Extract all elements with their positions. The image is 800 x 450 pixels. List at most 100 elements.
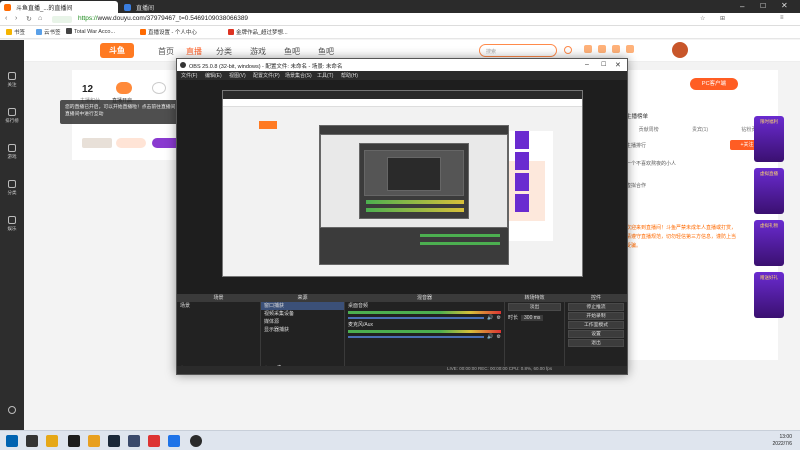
- nav-home[interactable]: 首页: [158, 46, 174, 57]
- message-icon[interactable]: [612, 45, 620, 53]
- menu-profile[interactable]: 配置文件(P): [253, 72, 280, 79]
- home-icon[interactable]: ⌂: [38, 15, 42, 22]
- obs-preview[interactable]: [177, 80, 627, 294]
- source-item[interactable]: 视频采集设备: [261, 310, 344, 318]
- duration-input[interactable]: 300 ms: [521, 314, 544, 321]
- close-icon[interactable]: ✕: [781, 1, 788, 10]
- menu-icon[interactable]: ≡: [780, 15, 784, 21]
- live-icon[interactable]: [116, 82, 132, 94]
- obs-taskbar-icon[interactable]: [190, 435, 202, 447]
- transitions-dock: 转场特效 淡出 时长 300 ms: [505, 294, 565, 374]
- promo-card[interactable]: 赠送好礼: [754, 272, 784, 318]
- steam-icon[interactable]: [108, 435, 120, 447]
- obs-maximize-icon[interactable]: ☐: [601, 61, 606, 68]
- exit-button[interactable]: 退出: [568, 339, 624, 347]
- obs-minimize-icon[interactable]: –: [585, 61, 589, 68]
- search-icon[interactable]: [564, 46, 572, 54]
- volume-slider[interactable]: [348, 317, 485, 319]
- system-clock[interactable]: 13:00 2022/7/6: [773, 434, 792, 448]
- back-icon[interactable]: ‹: [5, 15, 7, 22]
- follow-icon[interactable]: [598, 45, 606, 53]
- bookmark-item[interactable]: Total War Acco...: [66, 28, 115, 35]
- windows-start-icon[interactable]: [6, 435, 18, 447]
- stop-streaming-button[interactable]: 停止推流: [568, 303, 624, 311]
- star-icon: [6, 29, 12, 35]
- history-icon[interactable]: [584, 45, 592, 53]
- promo-card[interactable]: 虚拟礼物: [754, 220, 784, 266]
- source-item[interactable]: 窗口捕获: [261, 302, 344, 310]
- download-icon[interactable]: [626, 45, 634, 53]
- douyu-search-input[interactable]: 搜索: [479, 44, 557, 57]
- minimize-icon[interactable]: –: [740, 2, 744, 11]
- clock-time: 13:00: [779, 434, 792, 440]
- source-item[interactable]: 显示器捕获: [261, 326, 344, 334]
- tab-rank[interactable]: 贡献周榜: [639, 126, 659, 136]
- menu-scene-collection[interactable]: 场景集合(S): [285, 72, 312, 79]
- nav-fishbar[interactable]: 鱼吧: [284, 46, 300, 57]
- nav-category[interactable]: 分类: [216, 46, 232, 57]
- bookmark-item[interactable]: 金牌作品_超过梦想...: [228, 28, 288, 36]
- secure-badge: [52, 16, 72, 23]
- app-icon[interactable]: [68, 435, 80, 447]
- start-recording-button[interactable]: 开始录制: [568, 312, 624, 320]
- user-avatar[interactable]: [672, 42, 688, 58]
- file-explorer-icon[interactable]: [46, 435, 58, 447]
- forward-icon[interactable]: ›: [15, 15, 17, 22]
- nav-game[interactable]: 游戏: [250, 46, 266, 57]
- obs-status-bar: LIVE: 00:00:00 REC: 00:00:00 CPU: 0.8%, …: [177, 366, 627, 374]
- browser-icon[interactable]: [148, 435, 160, 447]
- extensions-icon[interactable]: ⊞: [720, 15, 725, 22]
- star-icon[interactable]: ☆: [700, 15, 705, 22]
- promo-card[interactable]: 限时福利: [754, 116, 784, 162]
- preview-capture: [222, 90, 583, 277]
- browser-tab[interactable]: 直播间: [120, 1, 190, 13]
- gear-icon[interactable]: ⚙: [497, 315, 501, 321]
- task-view-icon[interactable]: [26, 435, 38, 447]
- app-icon[interactable]: [88, 435, 100, 447]
- menu-tools[interactable]: 工具(T): [317, 72, 333, 79]
- obs-logo-icon: [180, 62, 186, 68]
- browser-tab-active[interactable]: 斗鱼直播_...的直播间: [0, 1, 118, 13]
- menu-edit[interactable]: 编辑(E): [205, 72, 222, 79]
- scene-item[interactable]: 场景: [177, 302, 260, 310]
- rail-item-category[interactable]: 分类: [0, 176, 24, 202]
- captured-addressbar: [223, 99, 582, 107]
- url-field[interactable]: https://www.douyu.com/37979467_t=0.54691…: [78, 15, 638, 24]
- menu-file[interactable]: 文件(F): [181, 72, 197, 79]
- rail-item-settings[interactable]: [0, 402, 24, 428]
- douyu-logo[interactable]: 斗鱼: [100, 43, 134, 58]
- rail-item-follow[interactable]: 关注: [0, 68, 24, 94]
- source-item[interactable]: 媒体源: [261, 318, 344, 326]
- gear-icon: [8, 406, 16, 414]
- rail-item-rank[interactable]: 排行榜: [0, 104, 24, 130]
- bookmark-item[interactable]: 书签: [6, 28, 25, 36]
- volume-slider[interactable]: [348, 336, 485, 338]
- obs-close-icon[interactable]: ✕: [615, 61, 621, 69]
- app-icon[interactable]: [128, 435, 140, 447]
- maximize-icon[interactable]: ☐: [760, 2, 766, 10]
- bookmark-item[interactable]: 云书签: [36, 28, 61, 36]
- mic-icon[interactable]: [152, 82, 166, 94]
- tab-label: 斗鱼直播_...的直播间: [16, 6, 73, 12]
- speaker-icon[interactable]: 🔊: [487, 334, 493, 340]
- settings-button[interactable]: 设置: [568, 330, 624, 338]
- nav-live[interactable]: 直播: [186, 46, 202, 57]
- tab-guest[interactable]: 贵宾(1): [692, 126, 708, 136]
- promo-card[interactable]: 虚拟直播: [754, 168, 784, 214]
- studio-mode-button[interactable]: 工作室模式: [568, 321, 624, 329]
- gear-icon[interactable]: ⚙: [497, 334, 501, 340]
- speaker-icon[interactable]: 🔊: [487, 315, 493, 321]
- menu-view[interactable]: 视图(V): [229, 72, 246, 79]
- bookmark-item[interactable]: 直播设置 - 个人中心: [140, 28, 197, 36]
- rank-title: 主播榜单: [626, 114, 649, 120]
- refresh-icon[interactable]: ↻: [26, 15, 32, 23]
- rail-item-fun[interactable]: 娱乐: [0, 212, 24, 238]
- menu-help[interactable]: 帮助(H): [341, 72, 358, 79]
- nav-fishbar[interactable]: 鱼吧: [318, 46, 334, 57]
- rail-item-game[interactable]: 游戏: [0, 140, 24, 166]
- app-icon[interactable]: [168, 435, 180, 447]
- url-scheme: https://: [78, 15, 98, 22]
- transition-select[interactable]: 淡出: [508, 303, 561, 311]
- pc-client-button[interactable]: PC客户端: [690, 78, 738, 90]
- nested-meter: [420, 234, 500, 237]
